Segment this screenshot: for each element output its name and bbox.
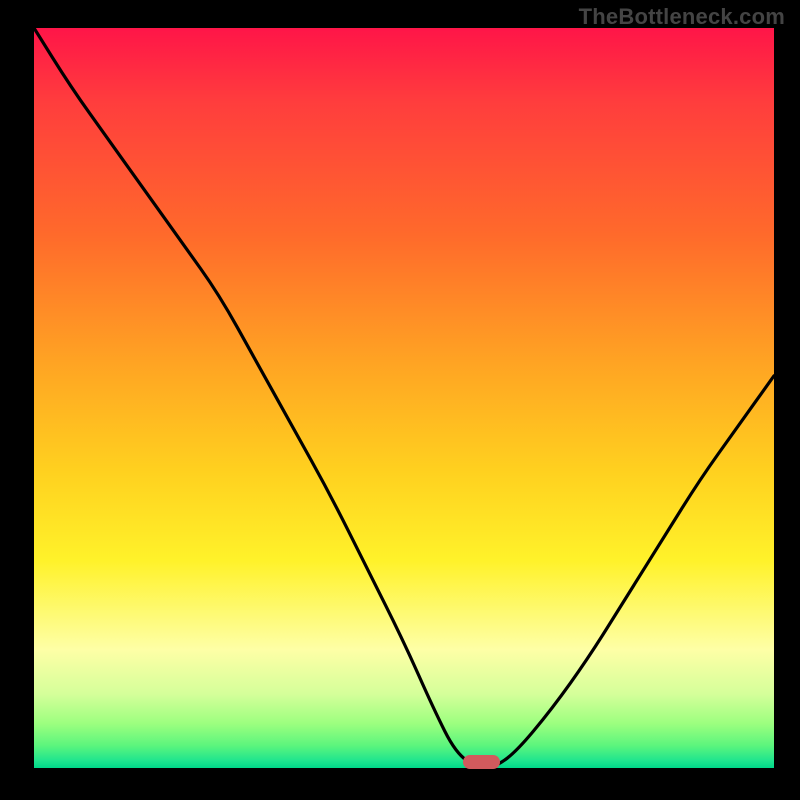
watermark-text: TheBottleneck.com bbox=[579, 4, 785, 30]
bottleneck-curve bbox=[34, 28, 774, 768]
chart-frame: TheBottleneck.com bbox=[0, 0, 800, 800]
plot-area bbox=[34, 28, 774, 768]
optimum-marker bbox=[463, 755, 500, 769]
